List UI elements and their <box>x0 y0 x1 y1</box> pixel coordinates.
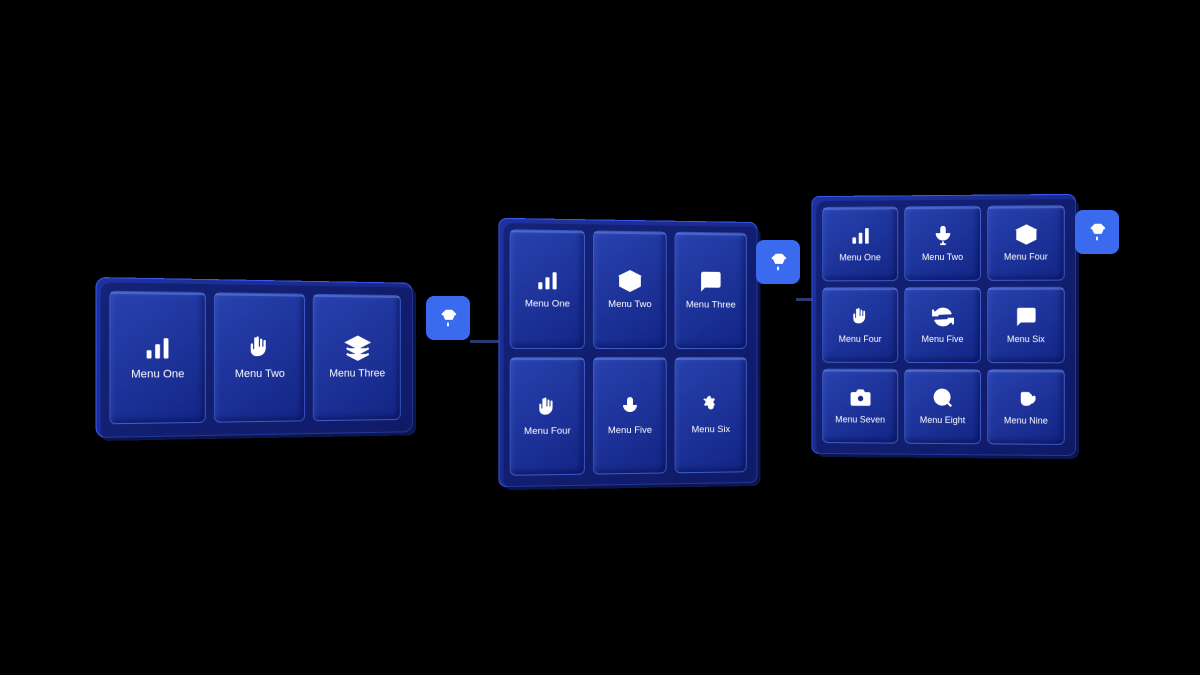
panel-3-menu-four-b-label: Menu Four <box>839 334 882 345</box>
mic-icon-2 <box>932 224 954 246</box>
cube-3d-icon <box>618 269 642 293</box>
panel-3-menu-seven-label: Menu Seven <box>835 414 885 425</box>
search-icon <box>932 387 954 409</box>
panel-1-grid: Menu One Menu Two Menu Three <box>109 291 400 425</box>
panel-3-menu-eight-label: Menu Eight <box>920 415 965 426</box>
hand2-icon <box>1015 387 1037 409</box>
pin-icon-1 <box>437 307 459 329</box>
hand-icon-2 <box>535 395 559 419</box>
panel-3-menu-four-b[interactable]: Menu Four <box>822 287 898 362</box>
panel-2-menu-four[interactable]: Menu Four <box>510 357 585 476</box>
panel-2-menu-three-label: Menu Three <box>686 299 736 311</box>
panel-2-menu-four-label: Menu Four <box>524 425 571 437</box>
hand-icon <box>246 334 274 362</box>
panel-3-menu-one-label: Menu One <box>839 253 881 264</box>
panel-1-menu-one[interactable]: Menu One <box>109 291 205 425</box>
panel-3-menu-two[interactable]: Menu Two <box>904 206 981 282</box>
camera-icon <box>849 387 871 409</box>
chat-icon-2 <box>1015 305 1037 327</box>
pin-button-2[interactable] <box>756 240 800 284</box>
panel-2-menu-five[interactable]: Menu Five <box>593 356 667 474</box>
panel-2: Menu One Menu Two Menu Three <box>498 218 757 487</box>
panel-3: Menu One Menu Two Menu Four <box>811 194 1076 456</box>
panel-3-menu-six-label: Menu Six <box>1007 334 1045 345</box>
panel-1-menu-one-label: Menu One <box>131 368 184 382</box>
panel-1-menu-three-label: Menu Three <box>329 368 385 381</box>
panel-3-menu-five-label: Menu Five <box>922 334 964 345</box>
panel-3-grid: Menu One Menu Two Menu Four <box>822 205 1065 445</box>
cube-icon <box>344 334 370 361</box>
panel-2-menu-five-label: Menu Five <box>608 424 652 436</box>
panel-2-menu-six[interactable]: Menu Six <box>675 356 747 473</box>
panel-1-menu-two[interactable]: Menu Two <box>214 292 306 422</box>
panel-3-menu-nine-label: Menu Nine <box>1004 415 1048 426</box>
panel-1-menu-three[interactable]: Menu Three <box>313 294 401 421</box>
bar-chart-icon <box>143 333 172 362</box>
pin-button-3[interactable] <box>1075 210 1119 254</box>
panel-2-menu-six-label: Menu Six <box>691 424 730 436</box>
panel-3-menu-five[interactable]: Menu Five <box>904 287 981 363</box>
panel-2-grid: Menu One Menu Two Menu Three <box>510 229 747 476</box>
panel-3-menu-two-label: Menu Two <box>922 252 963 263</box>
panel-3-menu-six[interactable]: Menu Six <box>987 287 1065 363</box>
panel-3-menu-eight[interactable]: Menu Eight <box>904 369 981 445</box>
panel-1: Menu One Menu Two Menu Three <box>95 277 412 438</box>
panel-2-menu-three[interactable]: Menu Three <box>675 232 747 349</box>
panel-2-menu-one-label: Menu One <box>525 298 570 310</box>
refresh-icon <box>932 306 954 328</box>
gear-icon <box>699 394 722 418</box>
panel-3-menu-four-a[interactable]: Menu Four <box>987 205 1065 281</box>
scene: Menu One Menu Two Menu Three <box>0 0 1200 675</box>
chat-icon <box>699 270 722 294</box>
pin-button-1[interactable] <box>426 296 470 340</box>
bar-chart-icon-2 <box>535 268 559 292</box>
hand-icon-3 <box>849 306 871 328</box>
panel-2-menu-two[interactable]: Menu Two <box>593 230 667 348</box>
pin-icon-3 <box>1086 221 1108 243</box>
panel-2-menu-one[interactable]: Menu One <box>510 229 585 348</box>
panel-3-menu-four-a-label: Menu Four <box>1004 252 1048 263</box>
cube-3d-icon-2 <box>1015 224 1037 246</box>
panel-1-menu-two-label: Menu Two <box>235 368 285 381</box>
panel-3-menu-nine[interactable]: Menu Nine <box>987 369 1065 445</box>
mic-icon <box>618 394 642 418</box>
pin-icon-2 <box>767 251 789 273</box>
bar-chart-icon-3 <box>849 225 871 247</box>
panel-2-menu-two-label: Menu Two <box>608 299 651 311</box>
panel-3-menu-seven[interactable]: Menu Seven <box>822 368 898 443</box>
panel-3-menu-one[interactable]: Menu One <box>822 206 898 281</box>
